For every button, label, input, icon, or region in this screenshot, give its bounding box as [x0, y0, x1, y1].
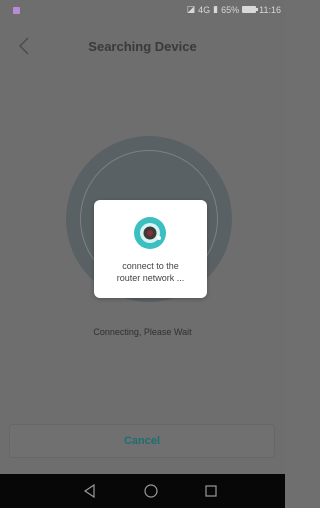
progress-dialog: connect to the router network ...	[94, 200, 207, 298]
home-circle-icon[interactable]	[143, 483, 159, 499]
recents-square-icon[interactable]	[203, 483, 219, 499]
screen: ◪ 4G ▮ 65% 11:16 Searching Device Connec…	[0, 0, 285, 508]
battery-percent: 65%	[221, 4, 240, 15]
back-triangle-icon[interactable]	[82, 483, 98, 499]
camera-icon	[134, 217, 166, 249]
system-nav-bar	[0, 474, 285, 508]
signal-icon: ▮	[213, 4, 219, 14]
cancel-button[interactable]: Cancel	[9, 424, 275, 458]
status-indicators: ◪ 4G ▮ 65% 11:16	[187, 4, 281, 15]
network-type: 4G	[198, 4, 211, 15]
dialog-message: connect to the router network ...	[116, 261, 185, 283]
app-notification-icon	[13, 6, 20, 14]
page-title: Searching Device	[88, 39, 197, 54]
vibrate-icon: ◪	[186, 4, 196, 14]
clock: 11:16	[259, 4, 281, 15]
battery-icon	[242, 6, 259, 13]
connecting-status-text: Connecting, Please Wait	[93, 327, 192, 337]
title-bar: Searching Device	[0, 26, 285, 66]
status-bar: ◪ 4G ▮ 65% 11:16	[0, 0, 285, 20]
